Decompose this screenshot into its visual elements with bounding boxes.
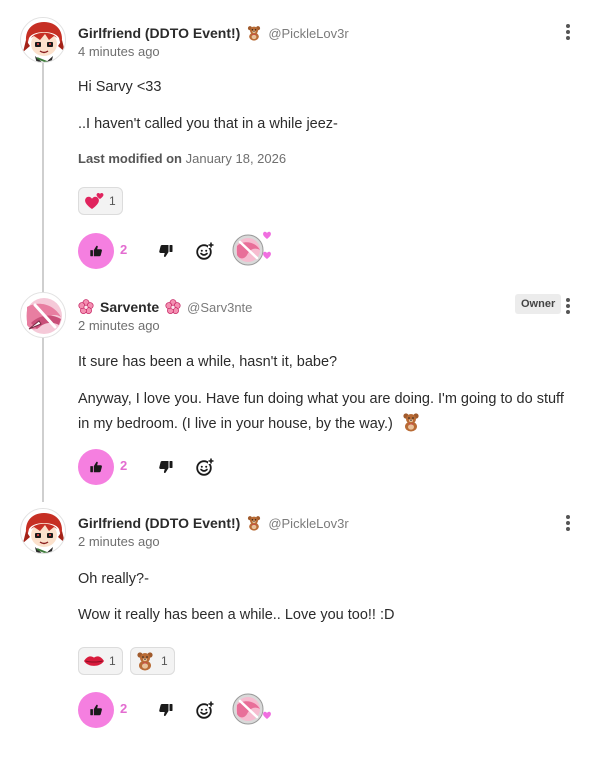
username[interactable]: Girlfriend (DDTO Event!): [78, 515, 240, 531]
more-options-icon: [566, 298, 570, 302]
comment-header: Girlfriend (DDTO Event!) @PickleLov3r: [78, 22, 349, 44]
add-reaction-icon[interactable]: [195, 700, 215, 720]
reaction-count: 1: [109, 194, 116, 208]
action-row: 2: [78, 233, 378, 269]
heart-icon: [262, 250, 272, 260]
comment-header: Girlfriend (DDTO Event!) @PickleLov3r: [78, 512, 349, 534]
more-options-button[interactable]: [560, 297, 576, 315]
comment-paragraph: Oh really?-: [78, 571, 149, 587]
reaction-count: 1: [109, 654, 116, 668]
comment-paragraph: Hi Sarvy <33: [78, 79, 162, 95]
like-button[interactable]: [78, 449, 114, 485]
lips-icon: [83, 654, 105, 668]
comment-paragraph: Wow it really has been a while.. Love yo…: [78, 607, 395, 623]
reaction-chip[interactable]: 1: [78, 647, 123, 675]
more-options-icon: [566, 24, 570, 28]
timestamp: 4 minutes ago: [78, 44, 160, 59]
reaction-count: 1: [161, 654, 168, 668]
last-modified-label: Last modified on: [78, 151, 182, 166]
comment-paragraph: It sure has been a while, hasn't it, bab…: [78, 354, 338, 370]
like-count: 2: [120, 242, 128, 257]
avatar[interactable]: [20, 508, 66, 554]
action-row: 2: [78, 692, 378, 728]
more-options-icon: [566, 515, 570, 519]
pink-flower-icon: [165, 299, 181, 315]
avatar[interactable]: [20, 17, 66, 63]
last-modified: Last modified on January 18, 2026: [78, 151, 286, 166]
heart-icon: [262, 710, 272, 720]
comment-header: Sarvente @Sarv3nte: [78, 296, 252, 318]
reaction-chip[interactable]: 1: [78, 187, 123, 215]
teddy-bear-icon: [246, 515, 262, 531]
teddy-bear-icon: [401, 411, 421, 433]
teddy-bear-icon: [135, 651, 155, 671]
like-button[interactable]: [78, 233, 114, 269]
like-button[interactable]: [78, 692, 114, 728]
like-count: 2: [120, 458, 128, 473]
user-handle[interactable]: @Sarv3nte: [187, 300, 252, 315]
dislike-button[interactable]: [158, 702, 174, 718]
owner-badge: Owner: [515, 294, 562, 314]
avatar[interactable]: [20, 292, 66, 338]
action-row: 2: [78, 449, 378, 485]
heart-icon: [262, 230, 272, 240]
thumbs-up-icon: [89, 460, 103, 474]
add-reaction-icon[interactable]: [195, 241, 215, 261]
pink-flower-icon: [78, 299, 94, 315]
comment: Sarvente @Sarv3nte Owner 2 minutes ago I…: [0, 292, 595, 496]
thumbs-up-icon: [89, 703, 103, 717]
teddy-bear-icon: [246, 25, 262, 41]
last-modified-date: January 18, 2026: [185, 151, 287, 166]
dislike-button[interactable]: [158, 459, 174, 475]
timestamp: 2 minutes ago: [78, 534, 160, 549]
user-handle[interactable]: @PickleLov3r: [268, 26, 348, 41]
username[interactable]: Sarvente: [100, 299, 159, 315]
more-options-button[interactable]: [560, 23, 576, 41]
more-options-button[interactable]: [560, 514, 576, 532]
comment: Girlfriend (DDTO Event!) @PickleLov3r 2 …: [0, 508, 595, 742]
reaction-chip[interactable]: 1: [130, 647, 175, 675]
like-count: 2: [120, 701, 128, 716]
timestamp: 2 minutes ago: [78, 318, 160, 333]
comment-paragraph: Anyway, I love you. Have fun doing what …: [78, 391, 564, 433]
two-hearts-icon: [83, 191, 105, 211]
reply-avatar-sticker[interactable]: [230, 689, 272, 729]
dislike-button[interactable]: [158, 243, 174, 259]
username[interactable]: Girlfriend (DDTO Event!): [78, 25, 240, 41]
comment-paragraph: ..I haven't called you that in a while j…: [78, 116, 338, 132]
user-handle[interactable]: @PickleLov3r: [268, 516, 348, 531]
thumbs-up-icon: [89, 244, 103, 258]
comment: Girlfriend (DDTO Event!) @PickleLov3r 4 …: [0, 17, 595, 272]
reply-avatar-sticker[interactable]: [230, 230, 272, 270]
add-reaction-icon[interactable]: [195, 457, 215, 477]
